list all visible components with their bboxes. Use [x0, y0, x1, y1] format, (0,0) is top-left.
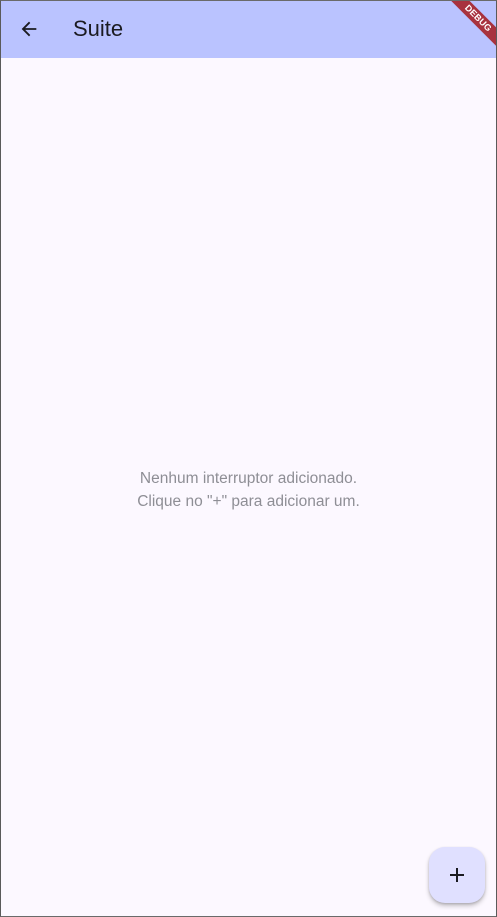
back-button[interactable]	[9, 9, 49, 49]
empty-state-line-1: Nenhum interruptor adicionado.	[139, 470, 358, 487]
add-switch-button[interactable]	[429, 847, 485, 903]
app-bar: Suite	[1, 1, 496, 58]
arrow-back-icon	[21, 21, 37, 37]
page-title: Suite	[73, 16, 124, 41]
empty-state-message: Nenhum interruptor adicionado. Clique no…	[1, 467, 496, 513]
add-icon	[450, 868, 464, 882]
empty-state-line-2: Clique no "+" para adicionar um.	[137, 493, 360, 510]
app-window: Suite DEBUG Nenhum interruptor adicionad…	[0, 0, 497, 917]
